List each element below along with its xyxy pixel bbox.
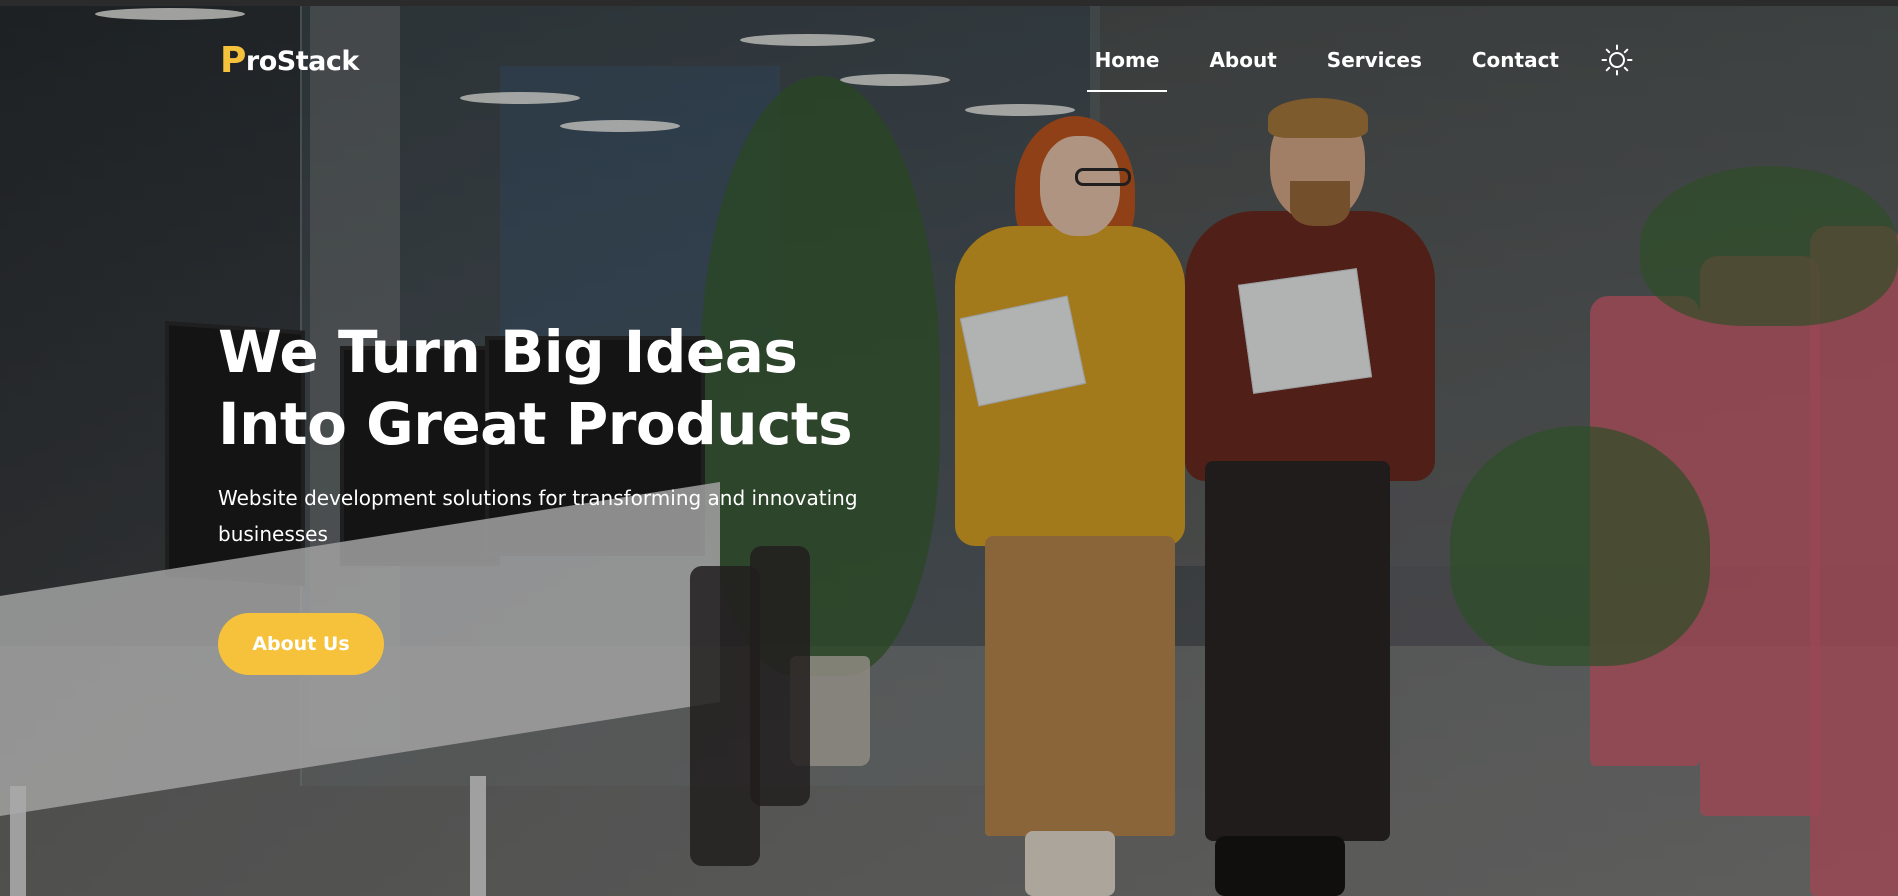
logo-initial: P — [220, 40, 246, 81]
about-us-button[interactable]: About Us — [218, 613, 384, 675]
navbar: ProStack Home About Services Contact — [0, 0, 1898, 110]
nav-about-link[interactable]: About — [1201, 48, 1284, 72]
main-menu: Home About Services Contact — [1086, 44, 1633, 92]
hero-headline-line2: Into Great Products — [218, 390, 853, 458]
logo[interactable]: ProStack — [220, 40, 359, 81]
nav-home-link[interactable]: Home — [1086, 48, 1168, 92]
logo-text: roStack — [245, 46, 359, 77]
nav-services-link[interactable]: Services — [1319, 48, 1430, 72]
hero-headline: We Turn Big Ideas Into Great Products — [218, 316, 1018, 460]
hero-headline-line1: We Turn Big Ideas — [218, 318, 798, 386]
nav-contact-link[interactable]: Contact — [1464, 48, 1567, 72]
hero-subtitle: Website development solutions for transf… — [218, 486, 858, 546]
sun-icon[interactable] — [1601, 44, 1633, 76]
